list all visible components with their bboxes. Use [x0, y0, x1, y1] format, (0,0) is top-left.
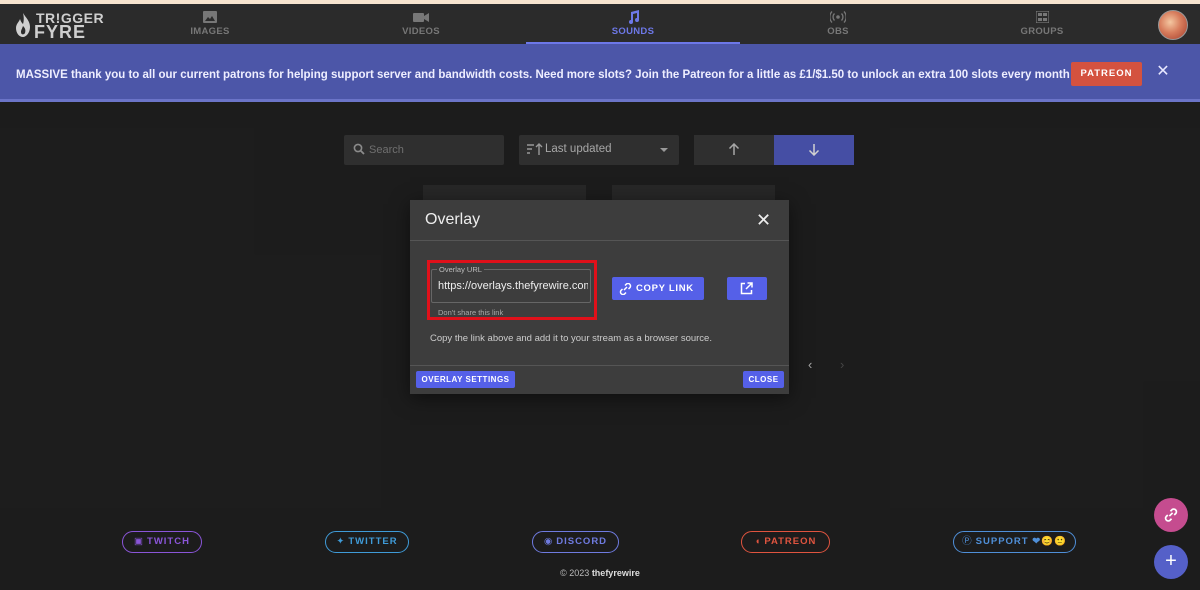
nav-tab-images[interactable]: IMAGES [103, 4, 317, 44]
footer-discord-link[interactable]: ◉ DISCORD [532, 531, 619, 553]
broadcast-icon [731, 10, 945, 24]
banner-patreon-button[interactable]: PATREON [1071, 62, 1142, 86]
nav-tab-groups[interactable]: GROUPS [935, 4, 1149, 44]
top-navbar: TR!GGER FYRE IMAGES VIDEOS SOUNDS OBS GR… [0, 4, 1200, 44]
footer-link-label: TWITCH [147, 536, 190, 547]
plus-icon: + [1165, 550, 1177, 572]
divider [410, 365, 789, 366]
nav-label: IMAGES [190, 26, 230, 37]
copyright-year: © 2023 [560, 568, 590, 578]
close-button[interactable]: CLOSE [743, 371, 784, 388]
logo-text-fyre: FYRE [34, 22, 87, 42]
banner-message: MASSIVE thank you to all our current pat… [16, 69, 1083, 81]
footer-link-label: DISCORD [556, 536, 608, 547]
user-avatar[interactable] [1158, 10, 1188, 40]
overlay-dialog: Overlay ✕ Overlay URL https://overlays.t… [410, 200, 789, 394]
nav-tab-videos[interactable]: VIDEOS [314, 4, 528, 44]
overlay-settings-button[interactable]: OVERLAY SETTINGS [416, 371, 515, 388]
close-icon[interactable]: ✕ [756, 210, 771, 230]
nav-label: OBS [827, 26, 849, 37]
dialog-title: Overlay [425, 211, 481, 228]
footer-twitter-link[interactable]: ✦ TWITTER [325, 531, 409, 553]
patreon-banner: MASSIVE thank you to all our current pat… [0, 44, 1200, 102]
twitter-icon: ✦ [336, 536, 346, 547]
nav-label: SOUNDS [611, 26, 655, 37]
video-icon [314, 10, 528, 24]
footer-twitch-link[interactable]: ▣ TWITCH [122, 531, 202, 553]
paypal-icon: Ⓟ [962, 536, 973, 547]
add-fab-button[interactable]: + [1154, 545, 1188, 579]
twitch-icon: ▣ [134, 536, 145, 547]
banner-close-icon[interactable]: ✕ [1155, 64, 1171, 80]
link-icon [1164, 508, 1178, 522]
footer: ▣ TWITCH ✦ TWITTER ◉ DISCORD ◖ PATREON Ⓟ SUPP… [0, 515, 1200, 590]
grid-icon [935, 10, 1149, 24]
copy-link-label: COPY LINK [636, 283, 694, 294]
external-link-icon [740, 282, 753, 295]
copy-link-button[interactable]: COPY LINK [612, 277, 704, 300]
divider [410, 240, 789, 241]
footer-patreon-link[interactable]: ◖ PATREON [741, 531, 830, 553]
nav-tab-sounds[interactable]: SOUNDS [526, 4, 740, 44]
copyright-owner-link[interactable]: thefyrewire [592, 568, 640, 578]
footer-link-label: SUPPORT ❤😊🙂 [975, 536, 1067, 547]
annotation-highlight-box [427, 260, 597, 320]
nav-tab-obs[interactable]: OBS [731, 4, 945, 44]
overlay-instructions: Copy the link above and add it to your s… [430, 333, 712, 344]
copyright: © 2023 thefyrewire [0, 568, 1200, 578]
discord-icon: ◉ [543, 536, 554, 547]
footer-link-label: PATREON [764, 536, 817, 547]
patreon-icon: ◖ [754, 536, 762, 547]
flame-icon [16, 13, 30, 37]
triggerfyre-logo[interactable]: TR!GGER FYRE [14, 10, 104, 42]
nav-label: VIDEOS [402, 26, 440, 37]
nav-label: GROUPS [1020, 26, 1064, 37]
music-note-icon [526, 10, 740, 24]
image-icon [103, 10, 317, 24]
footer-support-link[interactable]: Ⓟ SUPPORT ❤😊🙂 [953, 531, 1076, 553]
link-fab-button[interactable] [1154, 498, 1188, 532]
open-overlay-button[interactable] [727, 277, 767, 300]
link-icon [619, 283, 632, 295]
footer-link-label: TWITTER [348, 536, 398, 547]
